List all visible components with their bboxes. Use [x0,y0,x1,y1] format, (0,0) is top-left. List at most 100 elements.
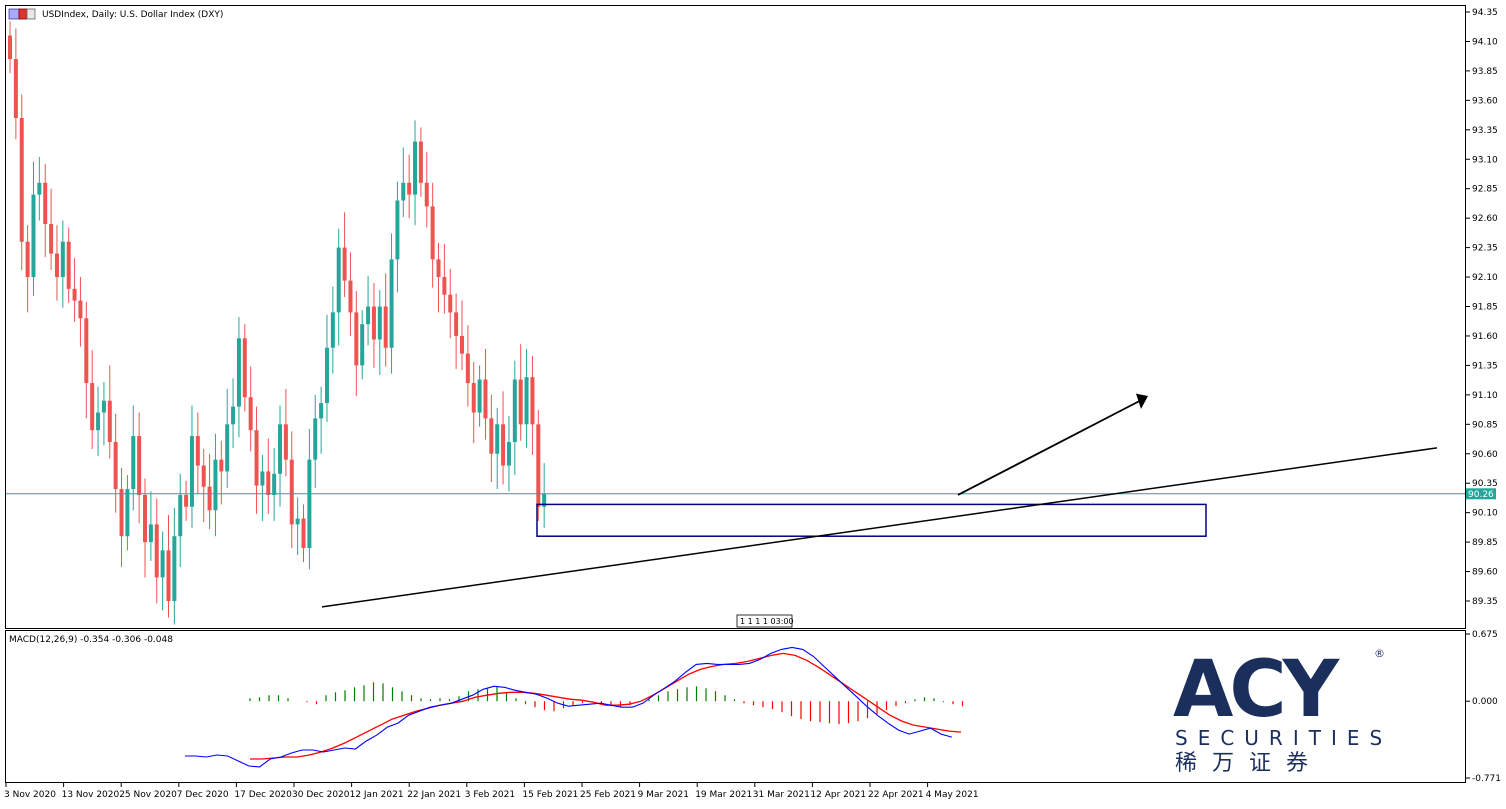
y-tick-label: 93.35 [1472,126,1498,136]
candle-body [295,518,300,525]
candle-body [113,441,118,490]
y-tick-label: 93.60 [1472,96,1498,106]
y-tick-label: 90.60 [1472,450,1498,460]
candle-body [137,436,142,495]
chart-icon[interactable] [8,8,36,20]
x-tick-label: 3 Nov 2020 [4,790,56,800]
candle-body [342,247,347,281]
candle-body [260,471,265,486]
candle-body [366,306,371,325]
x-tick-label: 19 Mar 2021 [695,790,752,800]
candle-body [84,318,89,384]
y-tick-label: 89.60 [1472,568,1498,578]
macd-label: MACD(12,26,9) -0.354 -0.306 -0.048 [9,635,173,645]
x-tick-label: 13 Nov 2020 [62,790,120,800]
candle-body [389,259,394,348]
x-tick-label: 3 Feb 2021 [465,790,515,800]
candle-body [148,524,153,543]
x-tick-label: 4 May 2021 [926,790,979,800]
logo-brand: ACY [1173,645,1341,735]
candle-body [301,518,306,548]
candle-body [354,312,359,366]
candle-body [54,253,59,278]
y-tick-label: 94.35 [1472,8,1498,18]
candle-body [278,424,283,474]
candle-body [495,424,500,454]
y-tick-label: 93.10 [1472,155,1498,165]
candle-body [336,247,341,313]
candle-body [413,141,418,195]
candle-body [25,241,30,278]
candle-body [242,338,247,398]
candle-body [154,524,159,578]
candle-body [8,35,12,60]
candle-body [371,306,376,340]
candle-body [178,494,183,537]
candle-body [160,550,165,578]
candle-body [530,377,535,425]
candle-body [489,418,494,454]
y-tick-label: 89.35 [1472,597,1498,607]
candle-body [430,206,435,260]
candle-body [131,436,136,490]
candle-body [184,494,189,507]
candle-body [383,306,388,348]
candle-body [324,347,329,404]
candle-body [512,379,517,442]
macd-y-tick-label: 0.675 [1472,630,1498,640]
x-tick-label: 22 Jan 2021 [407,790,461,800]
candle-body [195,436,200,466]
candle-body [283,424,288,460]
candle-body [477,379,482,413]
y-tick-label: 92.10 [1472,273,1498,283]
candle-body [319,403,324,419]
x-tick-label: 17 Dec 2020 [234,790,292,800]
y-tick-label: 90.85 [1472,420,1498,430]
candle-body [289,459,294,525]
y-tick-label: 91.10 [1472,391,1498,401]
candle-body [501,424,506,466]
candle-body [459,335,464,354]
candle-body [360,324,365,366]
candle-body [201,465,206,487]
candle-body [330,312,335,348]
price-chart[interactable]: 94.35 94.10 93.85 93.60 93.35 93.10 92.85 92.60… [0,0,1506,809]
candle-body [407,182,412,195]
candle-body [78,300,83,319]
candle-body [465,353,470,384]
y-tick-label: 91.85 [1472,303,1498,313]
candle-body [524,377,529,425]
candle-body [454,312,459,336]
chart-title: USDIndex, Daily: U.S. Dollar Index (DXY) [42,10,223,20]
y-axis: 94.35 94.10 93.85 93.60 93.35 93.10 92.85 92.60… [1466,8,1501,784]
candle-body [107,400,112,442]
candle-body [19,118,24,242]
candle-body [72,288,77,301]
candle-body [143,494,148,543]
x-tick-label: 22 Apr 2021 [868,790,924,800]
candle-body [266,471,271,495]
main-plot-frame [5,5,1466,629]
candle-body [254,430,259,486]
x-tick-label: 15 Feb 2021 [522,790,578,800]
y-tick-label: 94.10 [1472,37,1498,47]
y-tick-label: 90.10 [1472,509,1498,519]
candle-body [96,412,101,431]
y-tick-label: 90.35 [1472,479,1498,489]
timer-label: 1 1 1 1 03:00 [740,617,794,626]
candle-body [272,473,277,495]
candle-body [424,182,429,207]
y-tick-label: 92.85 [1472,185,1498,195]
x-tick-label: 30 Dec 2020 [292,790,350,800]
candle-body [49,224,54,254]
candle-body [13,59,18,119]
x-tick-label: 25 Nov 2020 [119,790,177,800]
candle-body [119,489,124,537]
candle-body [395,200,400,260]
candle-body [66,241,71,289]
candle-body [536,424,541,507]
candle-body [90,383,95,431]
candle-body [37,182,42,195]
candle-body [313,418,318,460]
candle-body [172,536,177,601]
